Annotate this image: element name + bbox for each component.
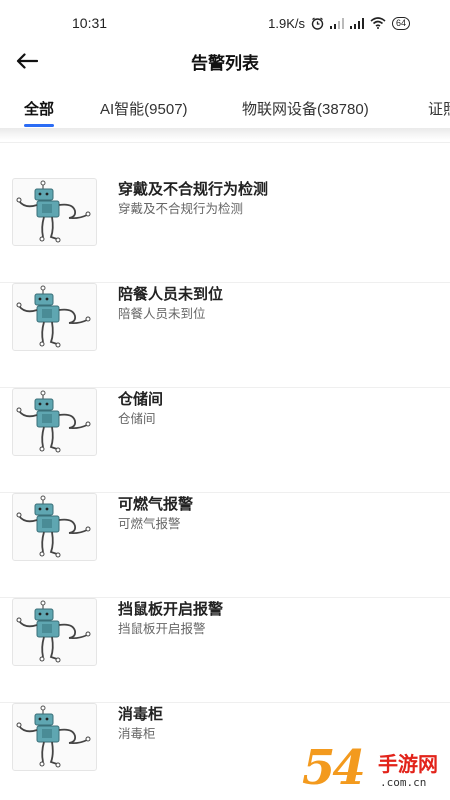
list-item[interactable]: 仓储间 仓储间: [0, 388, 450, 493]
status-bar: 10:31 1.9K/s 64: [0, 0, 450, 46]
back-button[interactable]: [12, 46, 42, 76]
tab-iot-devices[interactable]: 物联网设备(38780): [242, 98, 369, 119]
alarm-subtitle: 仓储间: [118, 412, 156, 426]
alarm-title: 消毒柜: [118, 706, 164, 723]
robot-icon: [12, 283, 97, 351]
list-item[interactable]: 可燃气报警 可燃气报警: [0, 493, 450, 598]
tab-all[interactable]: 全部: [24, 98, 54, 119]
robot-icon: [12, 703, 97, 771]
robot-icon: [12, 493, 97, 561]
alarm-icon: [311, 16, 324, 30]
list-item[interactable]: 穿戴及不合规行为检测 穿戴及不合规行为检测: [0, 178, 450, 283]
alarm-subtitle: 穿戴及不合规行为检测: [118, 202, 244, 216]
robot-illustration: [16, 600, 91, 663]
wifi-icon: [370, 17, 386, 29]
alarm-title: 陪餐人员未到位: [118, 286, 224, 303]
alarm-list[interactable]: 穿戴及不合规行为检测 穿戴及不合规行为检测 陪餐人员未到位 陪餐人员未到位 仓储…: [0, 128, 450, 800]
alarm-title: 穿戴及不合规行为检测: [118, 181, 269, 198]
robot-illustration: [16, 495, 91, 558]
robot-illustration: [16, 390, 91, 453]
status-time: 10:31: [72, 15, 108, 31]
signal-icon: [329, 17, 344, 29]
robot-icon: [12, 178, 97, 246]
list-item[interactable]: 挡鼠板开启报警 挡鼠板开启报警: [0, 598, 450, 703]
alarm-title: 挡鼠板开启报警: [118, 601, 224, 618]
alarm-title: 可燃气报警: [118, 496, 194, 513]
header: 告警列表: [0, 46, 450, 76]
page-title: 告警列表: [191, 53, 259, 73]
robot-icon: [12, 388, 97, 456]
alarm-subtitle: 消毒柜: [118, 727, 156, 741]
battery-icon: 64: [391, 16, 410, 30]
robot-icon: [12, 598, 97, 666]
tab-license[interactable]: 证照: [428, 98, 450, 119]
list-item[interactable]: 陪餐人员未到位 陪餐人员未到位: [0, 283, 450, 388]
alarm-subtitle: 可燃气报警: [118, 517, 181, 531]
tab-ai[interactable]: AI智能(9507): [100, 98, 188, 119]
list-top-shadow: [0, 128, 450, 140]
tab-bar: 全部 AI智能(9507) 物联网设备(38780) 证照: [0, 88, 450, 128]
network-speed: 1.9K/s: [268, 15, 305, 31]
robot-illustration: [16, 180, 91, 243]
arrow-left-icon: [16, 53, 38, 69]
robot-illustration: [16, 705, 91, 768]
status-icons: 1.9K/s 64: [268, 16, 410, 31]
alarm-subtitle: 挡鼠板开启报警: [118, 622, 206, 636]
alarm-subtitle: 陪餐人员未到位: [118, 307, 206, 321]
list-item[interactable]: 消毒柜 消毒柜: [0, 703, 450, 800]
robot-illustration: [16, 285, 91, 348]
alarm-title: 仓储间: [118, 391, 164, 408]
active-tab-indicator: [24, 124, 54, 127]
signal-icon: [349, 17, 364, 29]
